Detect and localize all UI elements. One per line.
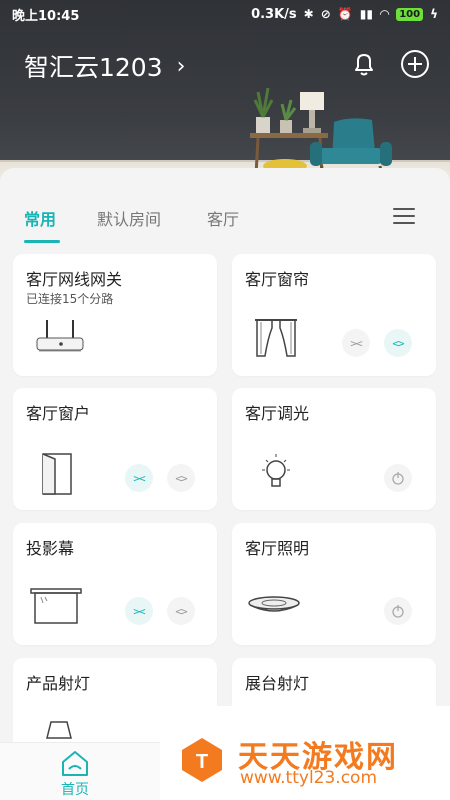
- tab-common[interactable]: 常用: [24, 206, 56, 230]
- device-status: 已连接15个分路: [26, 292, 114, 306]
- network-speed: 0.3K/s: [251, 6, 297, 22]
- device-card-projector-screen[interactable]: 投影幕 >< <>: [13, 523, 217, 645]
- power-icon: [392, 472, 404, 485]
- close-button[interactable]: ><: [125, 597, 153, 625]
- device-name: 展台射灯: [245, 674, 310, 693]
- signal-icon: ▮▮: [359, 7, 373, 21]
- home-name: 智汇云1203: [24, 53, 163, 82]
- watermark-url: www.ttyl23.com: [240, 768, 378, 788]
- home-selector[interactable]: 智汇云1203 ›: [24, 48, 185, 84]
- router-icon: [36, 320, 84, 352]
- tab-default-room[interactable]: 默认房间: [97, 206, 161, 230]
- bell-icon[interactable]: [348, 48, 380, 80]
- power-icon: [392, 605, 404, 618]
- close-button[interactable]: ><: [342, 329, 370, 357]
- device-name: 客厅调光: [245, 404, 310, 423]
- nav-home-label: 首页: [61, 782, 89, 798]
- room-tabs: 常用 默认房间 客厅: [0, 168, 450, 244]
- mute-icon: ⊘: [320, 7, 331, 21]
- home-icon: [62, 751, 88, 776]
- watermark-logo-icon: T: [182, 738, 222, 782]
- device-name: 客厅窗户: [26, 404, 91, 423]
- open-button[interactable]: <>: [167, 597, 195, 625]
- open-button[interactable]: <>: [384, 329, 412, 357]
- alarm-icon: ⏰: [337, 7, 353, 21]
- device-name: 客厅窗帘: [245, 270, 310, 289]
- power-button[interactable]: [384, 464, 412, 492]
- status-time: 晚上10:45: [12, 8, 80, 24]
- device-card-window[interactable]: 客厅窗户 >< <>: [13, 388, 217, 510]
- device-name: 产品射灯: [26, 674, 91, 693]
- ceiling-light-icon: [248, 596, 300, 612]
- active-tab-indicator: [24, 240, 60, 243]
- status-bar: 晚上10:45 0.3K/s ✱ ⊘ ⏰ ▮▮ ◠ 100 ϟ: [0, 0, 450, 28]
- window-icon: [42, 453, 72, 495]
- device-name: 客厅照明: [245, 539, 310, 558]
- header-banner: [0, 0, 450, 190]
- curtain-icon: [255, 319, 297, 357]
- device-card-lighting[interactable]: 客厅照明: [232, 523, 436, 645]
- device-name: 客厅网线网关: [26, 270, 123, 289]
- power-button[interactable]: [384, 597, 412, 625]
- projector-screen-icon: [30, 588, 82, 624]
- watermark: T 天天游戏网 www.ttyl23.com: [160, 706, 450, 800]
- device-card-gateway[interactable]: 客厅网线网关 已连接15个分路: [13, 254, 217, 376]
- open-button[interactable]: <>: [167, 464, 195, 492]
- battery-indicator: 100: [396, 7, 424, 21]
- menu-icon[interactable]: [393, 208, 415, 226]
- charging-icon: ϟ: [430, 7, 438, 21]
- chevron-right-icon: ›: [176, 53, 186, 79]
- bulb-icon: [262, 454, 290, 487]
- svg-text:T: T: [196, 751, 208, 773]
- add-icon[interactable]: [399, 48, 431, 80]
- living-room-illustration: [250, 87, 392, 187]
- bluetooth-icon: ✱: [303, 7, 314, 21]
- wifi-icon: ◠: [379, 7, 390, 21]
- nav-home[interactable]: 首页: [53, 747, 97, 798]
- device-name: 投影幕: [26, 539, 75, 558]
- close-button[interactable]: ><: [125, 464, 153, 492]
- device-card-curtain[interactable]: 客厅窗帘 >< <>: [232, 254, 436, 376]
- tab-living-room[interactable]: 客厅: [207, 206, 239, 230]
- device-card-dimmer[interactable]: 客厅调光: [232, 388, 436, 510]
